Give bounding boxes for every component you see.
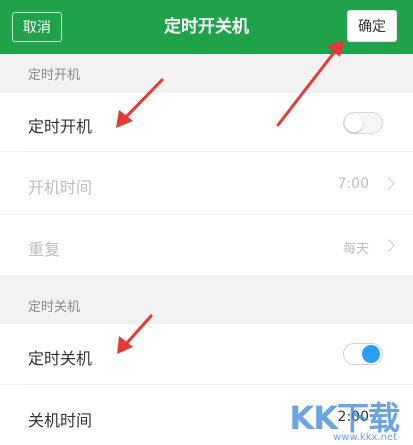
annotation-arrow-power-off [124,314,153,346]
watermark-logo: KK下载 www.kkx.net [271,393,401,443]
arrow-head-icon [327,40,344,57]
watermark-url: www.kkx.net [333,432,397,443]
annotation-arrows [116,40,344,354]
annotation-arrow-confirm [276,48,338,127]
annotation-arrow-power-on [123,78,164,120]
